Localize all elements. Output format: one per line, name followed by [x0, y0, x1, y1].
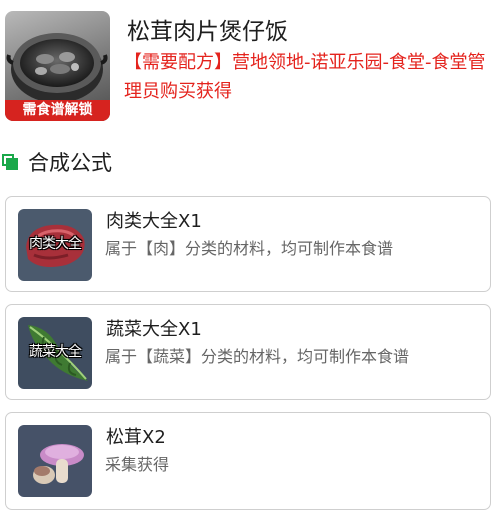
dish-image: 需食谱解锁 — [5, 11, 110, 121]
meat-icon: 肉类大全 — [18, 209, 92, 281]
ingredient-name: 蔬菜大全X1 — [106, 319, 202, 340]
ingredient-name: 松茸X2 — [106, 427, 166, 448]
vegetable-icon: 蔬菜大全 — [18, 317, 92, 389]
vegetable-thumb-label: 蔬菜大全 — [29, 344, 82, 360]
ingredient-desc: 属于【肉】分类的材料，均可制作本食谱 — [105, 239, 394, 258]
ingredient-card-meat[interactable]: 肉类大全 肉类大全X1 属于【肉】分类的材料，均可制作本食谱 — [5, 196, 491, 292]
matsutake-icon — [18, 425, 92, 497]
ingredient-desc: 采集获得 — [105, 455, 170, 474]
section-title: 合成公式 — [28, 151, 112, 175]
ingredient-desc: 属于【蔬菜】分类的材料，均可制作本食谱 — [105, 347, 410, 366]
ingredient-card-matsutake[interactable]: 松茸X2 采集获得 — [5, 412, 491, 510]
section-header: 合成公式 — [2, 147, 112, 177]
unlock-requirement: 【需要配方】营地领地-诺亚乐园-食堂-食堂管理员购买获得 — [124, 52, 486, 102]
ingredient-name: 肉类大全X1 — [106, 211, 202, 232]
recipe-title: 松茸肉片煲仔饭 — [127, 19, 288, 45]
ingredient-card-vegetable[interactable]: 蔬菜大全 蔬菜大全X1 属于【蔬菜】分类的材料，均可制作本食谱 — [5, 304, 491, 400]
section-copy-icon — [2, 154, 18, 170]
recipe-lock-badge: 需食谱解锁 — [5, 100, 110, 121]
meat-thumb-label: 肉类大全 — [29, 236, 82, 252]
